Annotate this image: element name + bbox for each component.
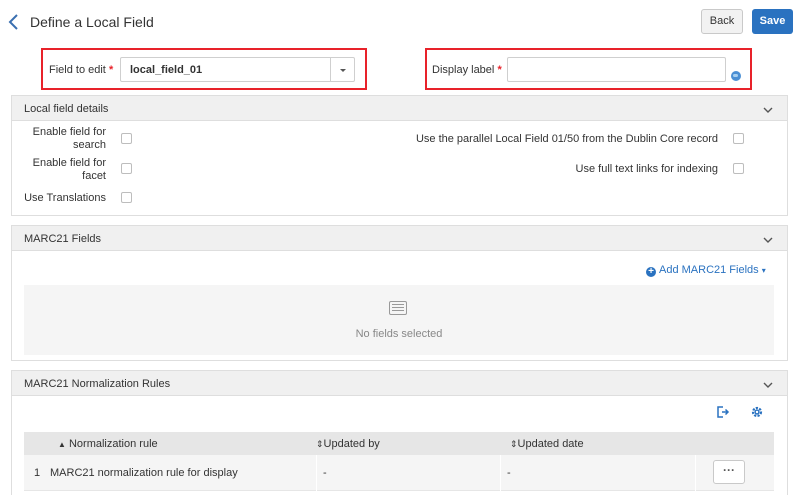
section-header[interactable]: MARC21 Normalization Rules	[12, 371, 787, 396]
column-divider	[316, 455, 317, 491]
list-icon	[389, 301, 407, 315]
empty-fields-text: No fields selected	[355, 328, 443, 340]
add-marc21-fields-link[interactable]: + Add MARC21 Fields ▾	[646, 264, 766, 277]
parallel-field-label: Use the parallel Local Field 01/50 from …	[415, 133, 718, 145]
enable-search-label: Enable field for search	[32, 126, 106, 151]
field-to-edit-select[interactable]: local_field_01	[120, 57, 355, 82]
use-translations-label: Use Translations	[24, 192, 106, 204]
full-text-label: Use full text links for indexing	[575, 163, 718, 175]
back-button[interactable]: Back	[701, 9, 743, 34]
sort-asc-icon: ▲	[58, 440, 66, 449]
column-divider	[500, 455, 501, 491]
section-title: MARC21 Normalization Rules	[24, 378, 171, 390]
sort-icon: ⇕	[316, 439, 324, 449]
updated-date-cell: -	[507, 467, 511, 479]
chevron-left-icon[interactable]	[6, 12, 22, 32]
export-icon[interactable]	[716, 405, 730, 419]
enable-facet-label: Enable field for facet	[32, 157, 106, 182]
gear-icon[interactable]	[750, 405, 764, 419]
save-button[interactable]: Save	[752, 9, 793, 34]
section-header[interactable]: Local field details	[12, 96, 787, 121]
use-translations-checkbox[interactable]	[121, 192, 132, 203]
display-label-input[interactable]	[507, 57, 726, 82]
table-row[interactable]: 1 MARC21 normalization rule for display …	[24, 455, 774, 491]
section-title: MARC21 Fields	[24, 233, 102, 245]
section-header[interactable]: MARC21 Fields	[12, 226, 787, 251]
row-index: 1	[34, 467, 41, 479]
chevron-down-icon[interactable]	[763, 380, 773, 390]
empty-fields-panel: No fields selected	[24, 285, 774, 355]
field-to-edit-value: local_field_01	[130, 64, 203, 76]
caret-down-icon: ▾	[761, 266, 766, 275]
sort-updated-date-header[interactable]: ⇕Updated date	[510, 438, 584, 450]
display-label-label: Display label *	[432, 64, 502, 76]
page-header: Define a Local Field Back Save	[0, 0, 800, 44]
enable-facet-checkbox[interactable]	[121, 163, 132, 174]
chevron-down-icon[interactable]	[763, 235, 773, 245]
section-title: Local field details	[24, 103, 109, 115]
updated-by-cell: -	[323, 467, 327, 479]
rule-link[interactable]: MARC21 normalization rule for display	[50, 467, 238, 479]
full-text-checkbox[interactable]	[733, 163, 744, 174]
sort-updated-by-header[interactable]: ⇕Updated by	[316, 438, 380, 450]
required-marker: *	[108, 64, 114, 76]
sort-rule-header[interactable]: ▲ Normalization rule	[58, 438, 158, 450]
row-actions-button[interactable]: ···	[713, 460, 745, 484]
enable-search-checkbox[interactable]	[121, 133, 132, 144]
required-marker: *	[497, 64, 502, 76]
table-header: ▲ Normalization rule ⇕Updated by ⇕Update…	[24, 432, 774, 455]
sort-icon: ⇕	[510, 439, 518, 449]
parallel-field-checkbox[interactable]	[733, 133, 744, 144]
chevron-down-icon[interactable]	[330, 58, 354, 81]
page-title: Define a Local Field	[30, 14, 154, 30]
chevron-down-icon[interactable]	[763, 105, 773, 115]
plus-circle-icon: +	[646, 267, 656, 277]
globe-icon[interactable]	[731, 71, 741, 81]
column-divider	[695, 455, 696, 491]
field-to-edit-label: Field to edit *	[49, 64, 114, 76]
